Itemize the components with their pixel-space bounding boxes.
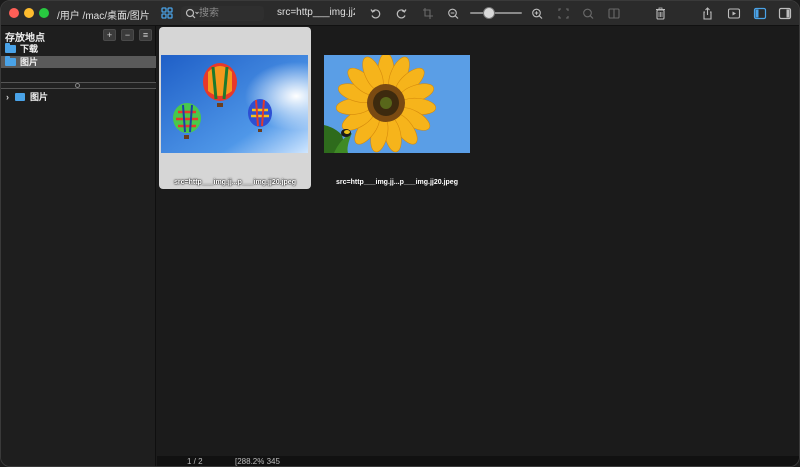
- slideshow-icon[interactable]: [727, 6, 741, 21]
- grid-icon[interactable]: [160, 6, 174, 21]
- zoom-slider-track: [470, 12, 522, 14]
- folder-icon: [5, 43, 16, 53]
- close-window-button[interactable]: [9, 8, 19, 18]
- thumbnail-grid: src=http___img.jj...p___img.jj20.jpeg sr…: [157, 26, 799, 456]
- zoom-slider-knob[interactable]: [482, 7, 495, 19]
- thumbnail-item[interactable]: src=http___img.jj...p___img.jj20.jpeg: [324, 55, 470, 186]
- share-icon[interactable]: [701, 6, 714, 21]
- zoom-out-icon[interactable]: [447, 6, 460, 21]
- sidebar-item-pictures[interactable]: 图片: [1, 56, 156, 68]
- sidebar-left-icon[interactable]: [753, 6, 767, 21]
- rotate-right-icon[interactable]: [395, 6, 408, 21]
- search-icon[interactable]: [185, 7, 199, 20]
- current-path: /用户 /mac/桌面/图片: [57, 11, 150, 22]
- folder-tree-label: 图片: [30, 92, 49, 102]
- image-browser-window: /用户 /mac/桌面/图片 src=http___img.jj20: [0, 0, 800, 467]
- compare-icon[interactable]: [607, 6, 621, 21]
- location-menu-button[interactable]: ≡: [139, 29, 152, 41]
- add-location-button[interactable]: +: [103, 29, 116, 41]
- sidebar-item-label: 图片: [20, 57, 39, 67]
- fullscreen-icon[interactable]: [557, 6, 570, 21]
- balloons-image: [161, 55, 308, 153]
- sidebar-right-icon[interactable]: [778, 6, 792, 21]
- search-box: [181, 6, 264, 21]
- maximize-window-button[interactable]: [39, 8, 49, 18]
- drag-handle-icon: [75, 83, 80, 88]
- sidebar-split-handle[interactable]: [1, 82, 156, 89]
- thumbnail-caption: src=http___img.jj...p___img.jj20.jpeg: [174, 179, 296, 186]
- thumbnail-caption: src=http___img.jj...p___img.jj20.jpeg: [336, 179, 458, 186]
- zoom-in-icon[interactable]: [531, 6, 544, 21]
- toolbar: /用户 /mac/桌面/图片 src=http___img.jj20: [1, 1, 799, 26]
- sidebar-item-label: 下载: [20, 44, 39, 54]
- folder-tree-item-pictures[interactable]: › 图片: [1, 91, 156, 103]
- zoom-readout: [288.2% 345: [235, 457, 280, 466]
- locations-header: 存放地点: [5, 33, 45, 44]
- trash-icon[interactable]: [654, 6, 667, 21]
- rotate-left-icon[interactable]: [369, 6, 382, 21]
- minimize-window-button[interactable]: [24, 8, 34, 18]
- sidebar-item-downloads[interactable]: 下载: [1, 43, 156, 55]
- remove-location-button[interactable]: −: [121, 29, 134, 41]
- sunflower-image: [324, 55, 470, 153]
- folder-icon: [5, 56, 16, 66]
- chevron-right-icon[interactable]: ›: [6, 91, 9, 103]
- crop-icon[interactable]: [421, 6, 434, 21]
- sidebar: 存放地点 + − ≡ 下载 图片 › 图片: [1, 26, 156, 466]
- search-input[interactable]: [199, 7, 261, 20]
- image-count: 1 / 2: [187, 457, 203, 466]
- zoom-slider[interactable]: [470, 7, 522, 19]
- file-title: src=http___img.jj20: [277, 7, 355, 18]
- actual-size-icon[interactable]: [582, 6, 595, 21]
- folder-icon: [15, 93, 25, 101]
- thumbnail-item[interactable]: src=http___img.jj...p___img.jj20.jpeg: [159, 27, 311, 189]
- status-bar: 1 / 2 [288.2% 345: [157, 456, 799, 466]
